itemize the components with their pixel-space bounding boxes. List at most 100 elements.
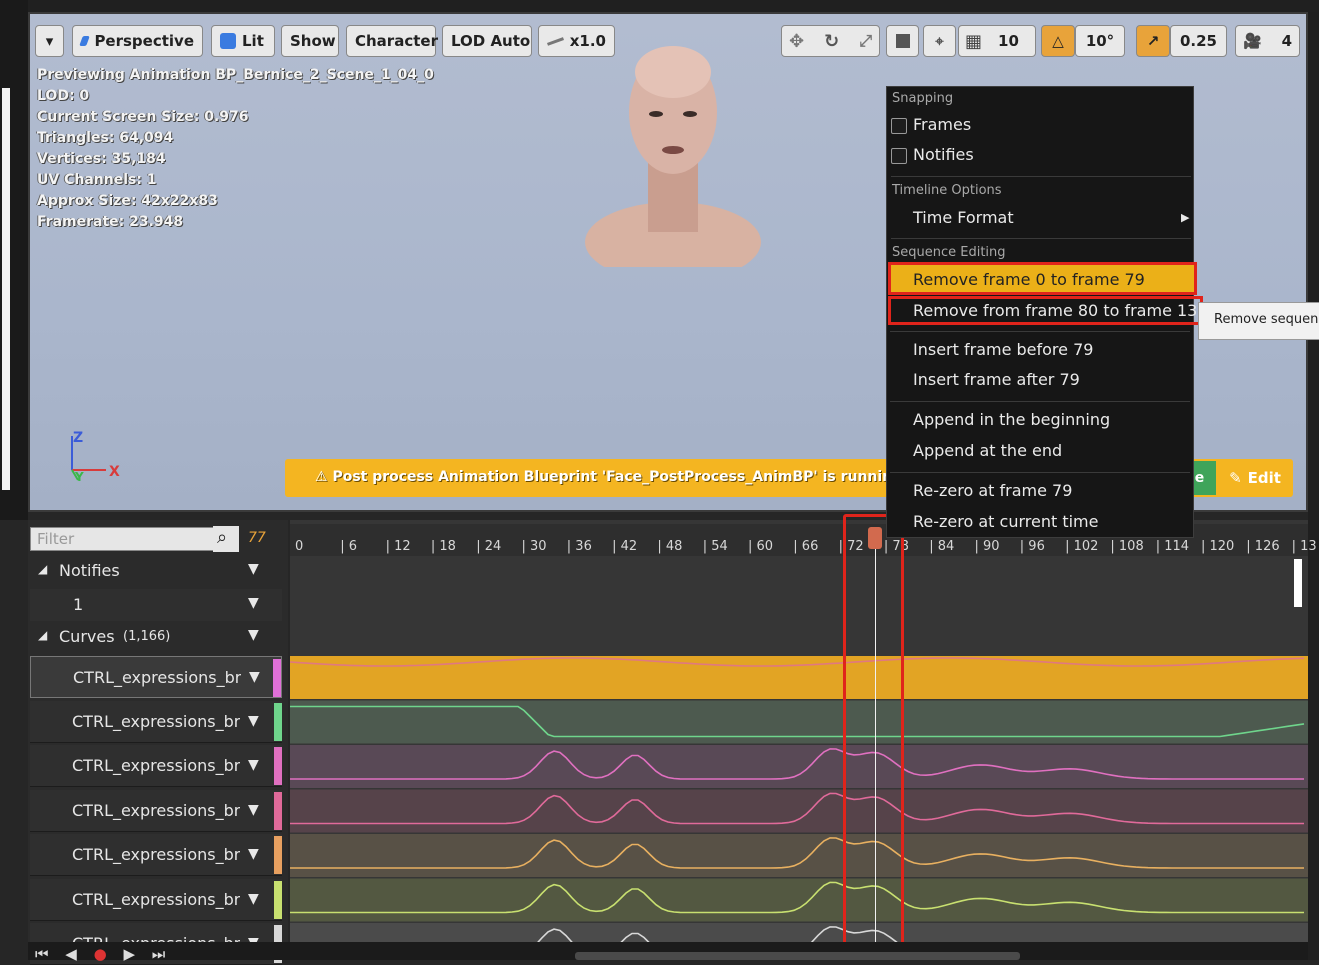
lod-label: LOD Auto bbox=[451, 32, 531, 50]
world-local-button[interactable] bbox=[886, 25, 919, 57]
curves-header[interactable]: ◢ Curves (1,166) ▼ bbox=[30, 622, 282, 654]
menu-item-frames[interactable]: Frames bbox=[913, 115, 971, 134]
curve-track-label: CTRL_expressions_bro bbox=[72, 711, 240, 731]
track-color-swatch[interactable] bbox=[274, 880, 282, 919]
character-button[interactable]: Character bbox=[346, 25, 438, 57]
curve-track-row[interactable]: CTRL_expressions_bro ▼ bbox=[30, 656, 282, 698]
camera-icon bbox=[79, 36, 91, 46]
ruler-tick-label: | 126 bbox=[1246, 539, 1280, 554]
playback-speed-button[interactable]: x1.0 bbox=[538, 25, 615, 57]
ruler-tick-label: | 54 bbox=[702, 539, 728, 554]
submenu-arrow-icon: ▶ bbox=[1181, 211, 1190, 224]
notify-track-row[interactable]: 1 ▼ bbox=[30, 589, 282, 621]
scale-snap-label: 0.25 bbox=[1179, 32, 1217, 50]
menu-item-remove-after[interactable]: Remove from frame 80 to frame 136 bbox=[888, 296, 1208, 325]
track-dropdown-icon[interactable]: ▼ bbox=[248, 891, 259, 907]
ruler-tick-label: 0 bbox=[295, 539, 304, 554]
frame-readout[interactable]: 77 bbox=[248, 530, 266, 546]
curve-track-row[interactable]: CTRL_expressions_bro ▼ bbox=[30, 789, 282, 832]
menu-item-append-end[interactable]: Append at the end bbox=[913, 441, 1062, 460]
sequence-editing-header: Sequence Editing bbox=[892, 245, 1006, 260]
notify-track-dropdown-icon[interactable]: ▼ bbox=[248, 595, 259, 611]
perspective-label: Perspective bbox=[94, 32, 194, 50]
scale-snap-toggle[interactable]: ↗ bbox=[1136, 25, 1170, 57]
track-dropdown-icon[interactable]: ▼ bbox=[248, 757, 259, 773]
timeline-scrollbar[interactable] bbox=[575, 952, 1020, 960]
menu-item-insert-before[interactable]: Insert frame before 79 bbox=[913, 340, 1093, 359]
character-bust bbox=[585, 46, 761, 267]
stat-previewing: Previewing Animation BP_Bernice_2_Scene_… bbox=[37, 67, 434, 83]
menu-item-insert-after[interactable]: Insert frame after 79 bbox=[913, 370, 1080, 389]
ruler-tick-label: | 30 bbox=[521, 539, 547, 554]
curves-dropdown-icon[interactable]: ▼ bbox=[248, 627, 259, 643]
notifies-checkbox[interactable] bbox=[891, 148, 907, 164]
track-dropdown-icon[interactable]: ▼ bbox=[249, 669, 260, 685]
edit-button[interactable]: ✎ Edit bbox=[1218, 461, 1292, 495]
menu-item-append-beginning[interactable]: Append in the beginning bbox=[913, 410, 1110, 429]
curve-track-row[interactable]: CTRL_expressions_bro ▼ bbox=[30, 700, 282, 743]
move-icon[interactable]: ✥ bbox=[789, 31, 804, 52]
menu-item-rezero-frame[interactable]: Re-zero at frame 79 bbox=[913, 481, 1072, 500]
rotation-snap-value[interactable]: 10° bbox=[1075, 25, 1125, 57]
timeline-scroll-handle[interactable] bbox=[1294, 559, 1302, 607]
ruler-tick-label: | 18 bbox=[430, 539, 456, 554]
curve-track-row[interactable]: CTRL_expressions_bro ▼ bbox=[30, 878, 282, 921]
snap-icon: ⌖ bbox=[935, 32, 944, 50]
track-dropdown-icon[interactable]: ▼ bbox=[248, 846, 259, 862]
menu-divider bbox=[891, 176, 1191, 177]
menu-item-notifies[interactable]: Notifies bbox=[913, 145, 974, 164]
track-color-swatch[interactable] bbox=[274, 747, 282, 785]
rotate-icon[interactable]: ↻ bbox=[824, 31, 839, 52]
transform-mode-group[interactable]: ✥ ↻ ⤢ bbox=[781, 25, 880, 57]
ruler-tick-label: | 96 bbox=[1019, 539, 1045, 554]
lit-button[interactable]: Lit bbox=[211, 25, 275, 57]
ruler-tick-label: | 90 bbox=[974, 539, 1000, 554]
collapse-icon[interactable]: ◢ bbox=[38, 562, 47, 576]
curve-track-label: CTRL_expressions_bro bbox=[73, 668, 241, 687]
curves-label: Curves bbox=[59, 627, 115, 646]
frames-checkbox[interactable] bbox=[891, 118, 907, 134]
curve-track-label: CTRL_expressions_bro bbox=[72, 756, 240, 775]
curve-track-row[interactable]: CTRL_expressions_bro ▼ bbox=[30, 745, 282, 787]
notifies-header[interactable]: ◢ Notifies ▼ bbox=[30, 556, 282, 588]
annotation-highlight-box bbox=[843, 514, 904, 947]
perspective-button[interactable]: Perspective bbox=[72, 25, 203, 57]
track-color-swatch[interactable] bbox=[274, 836, 282, 874]
viewport-options-button[interactable]: ▾ bbox=[35, 25, 64, 57]
menu-item-remove-before[interactable]: Remove frame 0 to frame 79 bbox=[888, 262, 1197, 295]
filter-input[interactable]: Filter bbox=[30, 527, 237, 551]
rotation-snap-label: 10° bbox=[1085, 32, 1115, 50]
camera-speed-button[interactable]: 🎥 4 bbox=[1235, 25, 1300, 57]
lod-button[interactable]: LOD Auto bbox=[442, 25, 532, 57]
track-dropdown-icon[interactable]: ▼ bbox=[248, 802, 259, 818]
ruler-tick-label: | 84 bbox=[929, 539, 955, 554]
curves-count: (1,166) bbox=[123, 629, 171, 644]
stat-screen-size: Current Screen Size: 0.976 bbox=[37, 109, 249, 125]
snapping-section-header: Snapping bbox=[892, 91, 954, 106]
remove-after-label: Remove from frame 80 to frame 136 bbox=[913, 301, 1208, 320]
search-icon: ⌕ bbox=[217, 527, 228, 548]
scale-snap-value[interactable]: 0.25 bbox=[1170, 25, 1227, 57]
scale-icon[interactable]: ⤢ bbox=[859, 31, 872, 51]
track-color-swatch[interactable] bbox=[274, 791, 282, 830]
curve-track-row[interactable]: CTRL_expressions_bro ▼ bbox=[30, 834, 282, 876]
menu-item-rezero-current[interactable]: Re-zero at current time bbox=[913, 512, 1098, 531]
track-color-swatch[interactable] bbox=[274, 702, 282, 741]
record-icon[interactable]: ● bbox=[94, 945, 113, 963]
ruler-tick-label: | 66 bbox=[793, 539, 819, 554]
notifies-dropdown-icon[interactable]: ▼ bbox=[248, 561, 259, 577]
left-scrollbar[interactable] bbox=[2, 88, 10, 490]
pencil-icon: ✎ bbox=[1229, 469, 1242, 487]
curve-graph[interactable] bbox=[290, 556, 1308, 942]
transport-controls[interactable]: ⏮ ◀ ● ▶ ⏭ bbox=[35, 945, 171, 963]
surface-snap-button[interactable]: ⌖ bbox=[923, 25, 956, 57]
grid-snap-button[interactable]: ▦ 10 bbox=[958, 25, 1036, 57]
show-button[interactable]: Show bbox=[281, 25, 339, 57]
menu-item-time-format[interactable]: Time Format bbox=[913, 208, 1014, 227]
search-button[interactable]: ⌕ bbox=[213, 526, 239, 552]
rotation-snap-toggle[interactable]: △ bbox=[1041, 25, 1075, 57]
track-dropdown-icon[interactable]: ▼ bbox=[248, 713, 259, 729]
edit-label: Edit bbox=[1247, 469, 1281, 487]
collapse-icon[interactable]: ◢ bbox=[38, 628, 47, 642]
track-color-swatch[interactable] bbox=[273, 659, 281, 697]
